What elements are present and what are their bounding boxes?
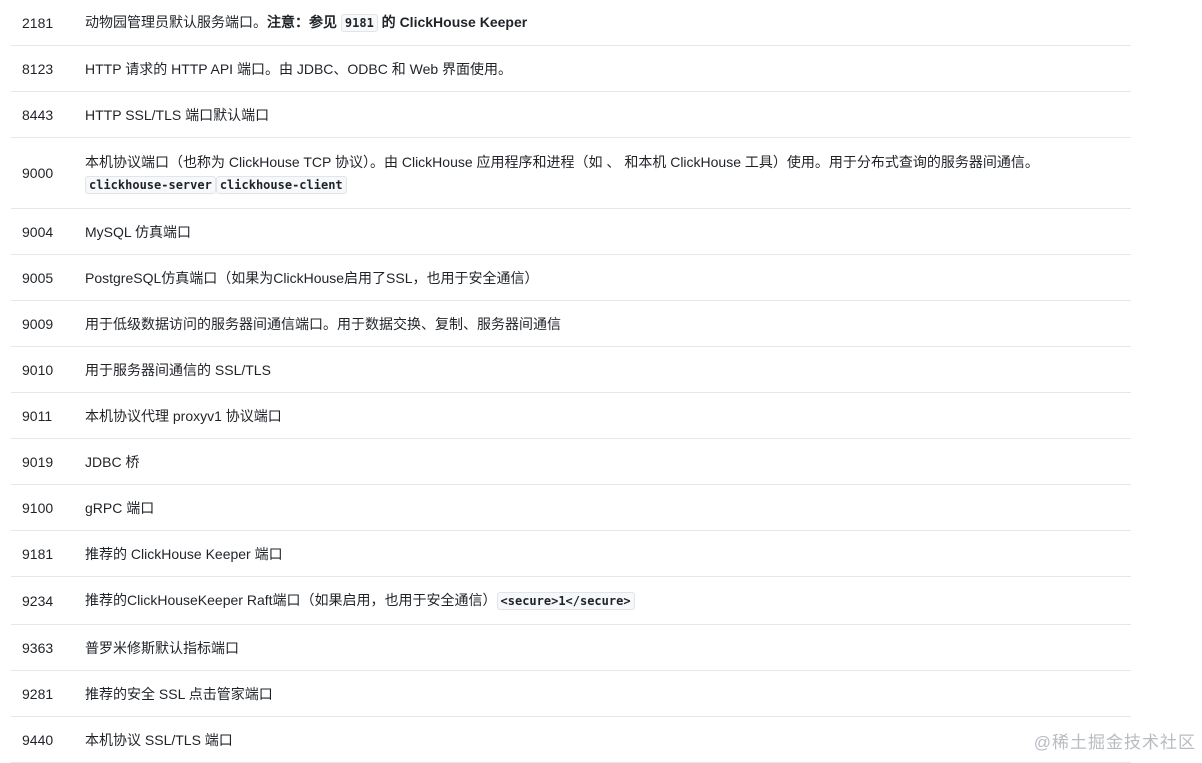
table-row: 8123 HTTP 请求的 HTTP API 端口。由 JDBC、ODBC 和 W… — [11, 46, 1131, 92]
port-number: 9004 — [22, 223, 54, 240]
description-text: 本机协议代理 proxyv1 协议端口 — [85, 407, 282, 424]
port-number: 9005 — [22, 269, 54, 286]
port-description: JDBC 桥 — [85, 451, 1131, 473]
port-number: 9019 — [22, 453, 54, 470]
port-number: 9011 — [22, 407, 53, 424]
port-description: 用于服务器间通信的 SSL/TLS — [85, 359, 1131, 381]
table-row: 9363 普罗米修斯默认指标端口 — [11, 625, 1131, 671]
port-description: MySQL 仿真端口 — [85, 221, 1131, 243]
table-row: 9019 JDBC 桥 — [11, 439, 1131, 485]
table-row: 9100 gRPC 端口 — [11, 485, 1131, 531]
port-description: 推荐的安全 SSL 点击管家端口 — [85, 683, 1131, 705]
port-description: gRPC 端口 — [85, 497, 1131, 519]
description-text: PostgreSQL仿真端口（如果为ClickHouse启用了SSL，也用于安全… — [85, 269, 539, 286]
table-row: 9440 本机协议 SSL/TLS 端口 — [11, 717, 1131, 763]
description-text: 本机协议 SSL/TLS 端口 — [85, 731, 233, 748]
note-text: 的 ClickHouse Keeper — [377, 14, 528, 30]
description-text: 普罗米修斯默认指标端口 — [85, 639, 239, 656]
note-text: 注意：参见 — [267, 14, 341, 30]
port-description: 普罗米修斯默认指标端口 — [85, 637, 1131, 659]
port-number: 9181 — [22, 545, 54, 562]
port-number: 8123 — [22, 60, 54, 77]
table-row: 9234 推荐的ClickHouseKeeper Raft端口（如果启用，也用于安… — [11, 577, 1131, 625]
description-text: HTTP 请求的 HTTP API 端口。由 JDBC、ODBC 和 Web 界… — [85, 60, 513, 77]
description-text: 推荐的ClickHouseKeeper Raft端口（如果启用，也用于安全通信） — [85, 592, 497, 608]
description-text: JDBC 桥 — [85, 453, 140, 470]
port-description: 推荐的 ClickHouse Keeper 端口 — [85, 543, 1131, 565]
port-description: 本机协议端口（也称为 ClickHouse TCP 协议）。由 ClickHou… — [85, 151, 1131, 196]
port-description: PostgreSQL仿真端口（如果为ClickHouse启用了SSL，也用于安全… — [85, 267, 1131, 289]
table-row: 8443 HTTP SSL/TLS 端口默认端口 — [11, 92, 1131, 138]
inline-code: 9181 — [340, 14, 378, 32]
description-text: 用于服务器间通信的 SSL/TLS — [85, 361, 271, 378]
port-description: 本机协议代理 proxyv1 协议端口 — [85, 405, 1131, 427]
port-description: HTTP SSL/TLS 端口默认端口 — [85, 104, 1131, 126]
description-text: 推荐的安全 SSL 点击管家端口 — [85, 685, 273, 702]
watermark: @稀土掘金技术社区 — [1033, 733, 1196, 752]
description-text: HTTP SSL/TLS 端口默认端口 — [85, 106, 270, 123]
port-description: HTTP 请求的 HTTP API 端口。由 JDBC、ODBC 和 Web 界… — [85, 58, 1131, 80]
port-number: 9234 — [22, 592, 54, 609]
port-number: 9000 — [22, 165, 54, 181]
table-row: 2181 动物园管理员默认服务端口。注意：参见 9181 的 ClickHouse… — [11, 0, 1131, 46]
table-row: 9004 MySQL 仿真端口 — [11, 209, 1131, 255]
port-number: 9009 — [22, 315, 54, 332]
port-description: 用于低级数据访问的服务器间通信端口。用于数据交换、复制、服务器间通信 — [85, 313, 1131, 335]
port-number: 9440 — [22, 731, 54, 748]
description-text: 动物园管理员默认服务端口。 — [85, 14, 267, 30]
port-description: 动物园管理员默认服务端口。注意：参见 9181 的 ClickHouse Kee… — [85, 11, 1131, 34]
table-row: 9009 用于低级数据访问的服务器间通信端口。用于数据交换、复制、服务器间通信 — [11, 301, 1131, 347]
table-row: 9005 PostgreSQL仿真端口（如果为ClickHouse启用了SSL，也… — [11, 255, 1131, 301]
table-row: 9000 本机协议端口（也称为 ClickHouse TCP 协议）。由 Clic… — [11, 138, 1131, 209]
table-row: 9010 用于服务器间通信的 SSL/TLS — [11, 347, 1131, 393]
port-number: 9100 — [22, 499, 54, 516]
port-number: 8443 — [22, 106, 54, 123]
table-row: 9281 推荐的安全 SSL 点击管家端口 — [11, 671, 1131, 717]
description-text: 推荐的 ClickHouse Keeper 端口 — [85, 545, 283, 562]
port-number: 9010 — [22, 361, 54, 378]
port-description: 本机协议 SSL/TLS 端口 — [85, 729, 1131, 751]
port-description: 推荐的ClickHouseKeeper Raft端口（如果启用，也用于安全通信）… — [85, 589, 1131, 612]
inline-code: clickhouse-server — [85, 175, 216, 194]
description-text: 本机协议端口（也称为 ClickHouse TCP 协议）。由 ClickHou… — [85, 153, 1039, 170]
table-row: 9011 本机协议代理 proxyv1 协议端口 — [11, 393, 1131, 439]
inline-code: clickhouse-client — [215, 175, 347, 194]
description-text: MySQL 仿真端口 — [85, 223, 192, 240]
description-text: 用于低级数据访问的服务器间通信端口。用于数据交换、复制、服务器间通信 — [85, 315, 561, 332]
port-number: 9363 — [22, 639, 54, 656]
ports-table: 2181 动物园管理员默认服务端口。注意：参见 9181 的 ClickHouse… — [11, 0, 1131, 763]
table-row: 9181 推荐的 ClickHouse Keeper 端口 — [11, 531, 1131, 577]
inline-code: <secure>1</secure> — [496, 592, 635, 610]
port-number: 2181 — [22, 14, 54, 31]
port-number: 9281 — [22, 685, 54, 702]
description-text: gRPC 端口 — [85, 499, 155, 516]
